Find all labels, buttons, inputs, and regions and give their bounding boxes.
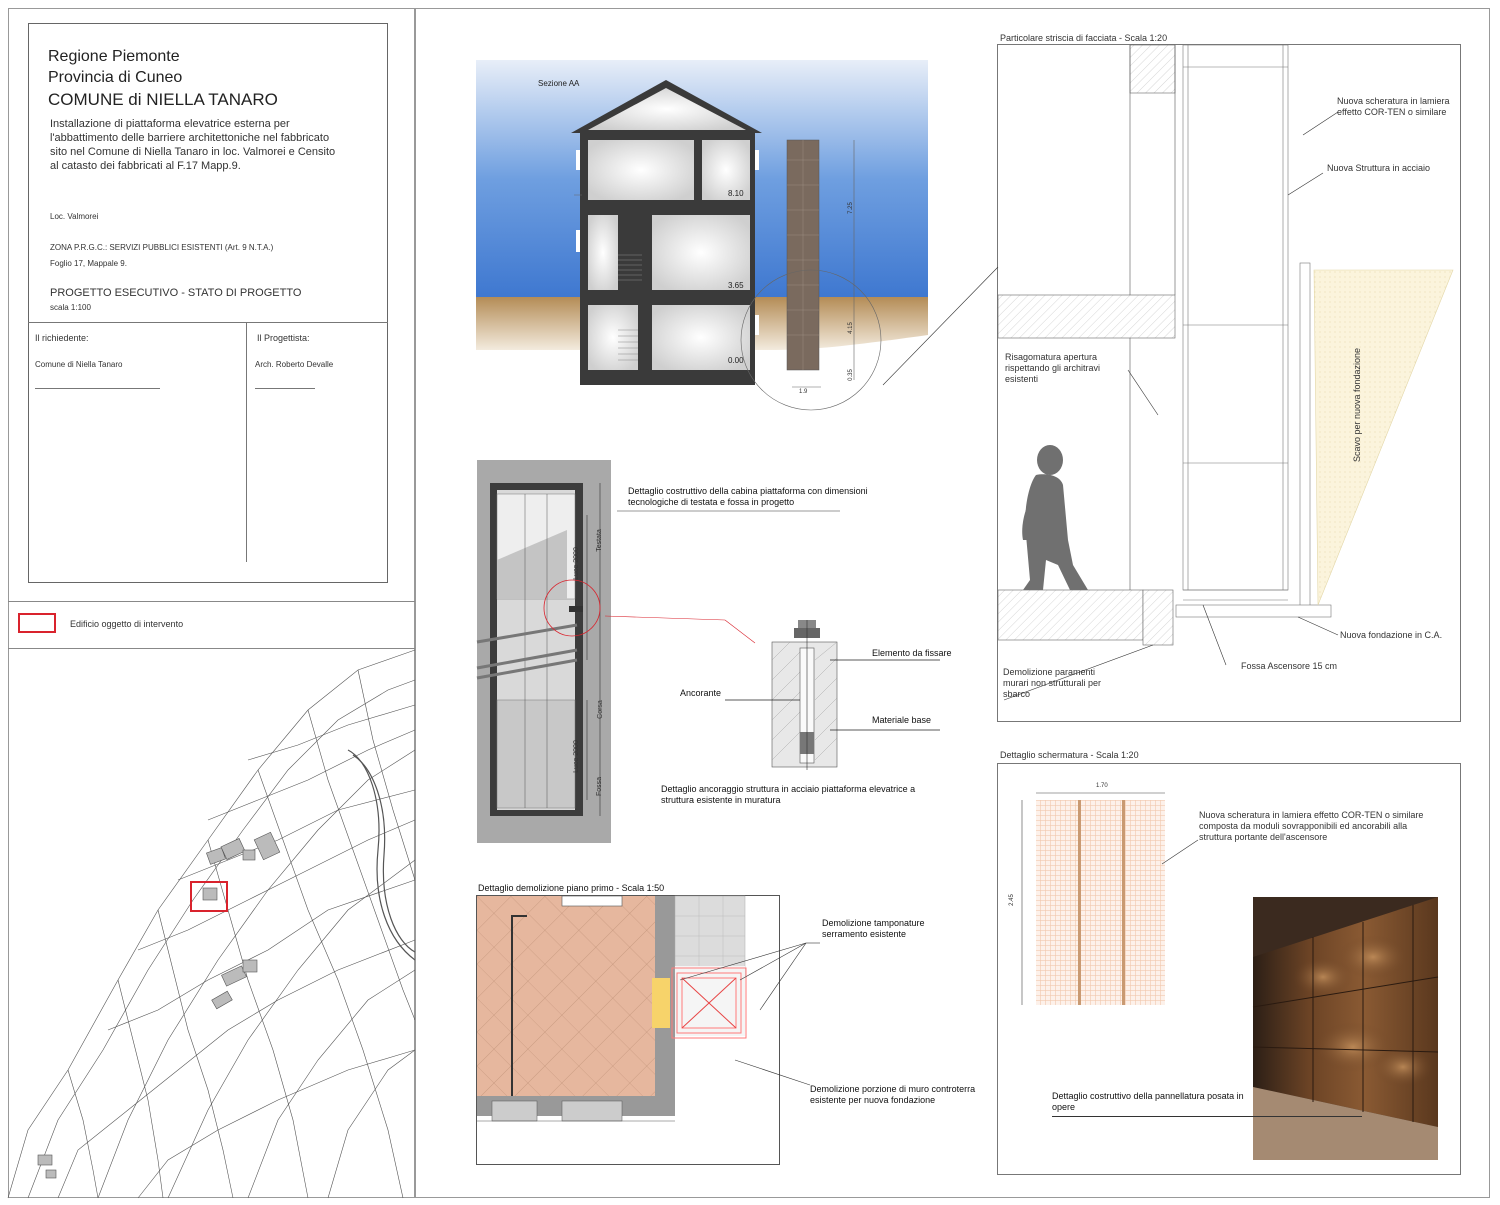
section-dim-7-25: 7.25 xyxy=(847,202,854,214)
cabin-dim-fossa: Fossa xyxy=(596,776,604,797)
section-level-0-00: 0.00 xyxy=(728,356,744,365)
facade-label-screen: Nuova scheratura in lamiera effetto COR-… xyxy=(1337,96,1450,117)
screening-title: Dettaglio schermatura - Scala 1:20 xyxy=(1000,750,1139,760)
cabin-dim-luce-top: Luce 2000 xyxy=(572,547,580,580)
locality-label: Loc. Valmorei xyxy=(50,212,99,221)
photo-caption-line xyxy=(1052,1116,1362,1117)
anchor-label-anchorant: Ancorante xyxy=(680,688,722,698)
screening-panel-drawing xyxy=(1021,792,1165,1005)
section-aa-title: Sezione AA xyxy=(538,79,580,88)
scale-label: scala 1:100 xyxy=(50,303,91,312)
facade-strip-title: Particolare striscia di facciata - Scala… xyxy=(1000,33,1168,43)
anchor-detail-drawing xyxy=(725,620,940,770)
map-divider-legend xyxy=(8,648,415,649)
province-title: Provincia di Cuneo xyxy=(48,69,183,86)
facade-label-foundation: Nuova fondazione in C.A. xyxy=(1340,630,1443,640)
demolition-label-wall: Demolizione porzione di muro controterra… xyxy=(810,1084,976,1105)
section-level-8-10: 8.10 xyxy=(728,189,744,198)
sheet-label: Foglio 17, Mappale 9. xyxy=(50,259,127,268)
facade-label-pit: Fossa Ascensore 15 cm xyxy=(1241,661,1338,671)
facade-label-opening: Risagomatura apertura rispettando gli ar… xyxy=(1005,352,1101,384)
facade-label-excavation: Scavo per nuova fondazione xyxy=(1352,347,1363,463)
cadastral-map xyxy=(7,649,416,1199)
demolition-title: Dettaglio demolizione piano primo - Scal… xyxy=(478,883,665,893)
municipality-title: COMUNE di NIELLA TANARO xyxy=(48,90,278,109)
applicant-label: Il richiedente: xyxy=(35,333,89,343)
section-dim-4-15: 4.15 xyxy=(847,322,854,334)
facade-label-steel: Nuova Struttura in acciaio xyxy=(1327,163,1431,173)
legend-swatch xyxy=(18,613,56,633)
anchor-label-element: Elemento da fissare xyxy=(872,648,952,658)
screening-leader xyxy=(1161,839,1199,865)
facade-label-demolition: Demolizione paramenti murari non struttu… xyxy=(1003,667,1102,699)
signature-divider-h xyxy=(28,322,388,323)
applicant-name: Comune di Niella Tanaro xyxy=(35,360,123,369)
section-dim-1-9: 1.9 xyxy=(799,389,808,395)
section-aa-drawing xyxy=(476,60,928,411)
screening-label: Nuova scheratura in lamiera effetto COR-… xyxy=(1199,810,1424,842)
signature-divider-v xyxy=(246,322,247,562)
screening-dim-height: 2.45 xyxy=(1008,894,1015,906)
designer-name: Arch. Roberto Devalle xyxy=(255,360,334,369)
applicant-signature-line xyxy=(35,388,160,389)
cabin-dim-corsa: Corsa xyxy=(596,700,604,719)
map-divider-top xyxy=(8,601,415,602)
demolition-label-window: Demolizione tamponature serramento esist… xyxy=(822,918,925,939)
section-dim-0-35: 0.35 xyxy=(847,369,854,381)
phase-label: PROGETTO ESECUTIVO - STATO DI PROGETTO xyxy=(50,287,302,299)
screening-dim-width: 1.70 xyxy=(1096,783,1108,789)
designer-label: Il Progettista: xyxy=(257,333,310,343)
cabin-detail-drawing xyxy=(476,460,611,843)
zone-label: ZONA P.R.G.C.: SERVIZI PUBBLICI ESISTENT… xyxy=(50,243,274,252)
region-title: Regione Piemonte xyxy=(48,48,180,65)
anchor-caption: Dettaglio ancoraggio struttura in acciai… xyxy=(661,784,916,805)
designer-signature-line xyxy=(255,388,315,389)
project-description: Installazione di piattaforma elevatrice … xyxy=(50,118,336,172)
corten-photo xyxy=(1252,897,1439,1160)
cabin-detail-title: Dettaglio costruttivo della cabina piatt… xyxy=(628,486,868,507)
legend-label: Edificio oggetto di intervento xyxy=(70,619,184,629)
cabin-dim-luce-bottom: Luce 2000 xyxy=(572,740,580,773)
photo-caption: Dettaglio costruttivo della pannellatura… xyxy=(1052,1091,1244,1112)
demolition-leaders xyxy=(679,942,820,1086)
cabin-dim-testata: Testata xyxy=(595,529,603,552)
section-level-3-65: 3.65 xyxy=(728,281,744,290)
anchor-label-base-material: Materiale base xyxy=(872,715,932,725)
